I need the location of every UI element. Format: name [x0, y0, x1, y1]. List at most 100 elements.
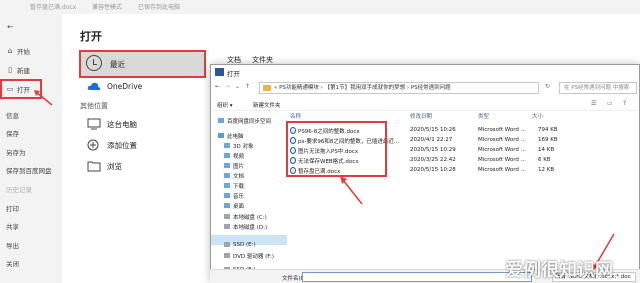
tree-item[interactable]: 视频: [224, 151, 244, 160]
section-other-locations: 其他位置: [80, 102, 108, 110]
file-type: Microsoft Word ...: [478, 147, 526, 153]
tree-item-label: 桌面: [233, 203, 245, 210]
address-path[interactable]: « PS功能精通模块 › 【第1节】我用双手成就你的梦想 › PS经常遇到问题: [259, 82, 539, 94]
filename-input[interactable]: [302, 272, 532, 282]
address-bar: ← → ⌄ ↑ « PS功能精通模块 › 【第1节】我用双手成就你的梦想 › P…: [211, 79, 639, 97]
title-doc-name: 暂存盘已满.docx: [30, 4, 77, 11]
dialog-title: 打开: [227, 70, 240, 78]
nav-home[interactable]: ⌂ 开始: [6, 46, 30, 56]
tree-item[interactable]: 本地磁盘 (C:): [224, 212, 267, 221]
file-date: 2020/5/15 10:29: [410, 147, 456, 153]
title-mode: 兼容性模式: [92, 4, 123, 11]
tree-item-label: 本地磁盘 (D:): [233, 224, 268, 231]
tree-item[interactable]: 下载: [224, 181, 244, 190]
word-app-icon: [215, 68, 224, 76]
highlight-arrow: [340, 176, 363, 205]
file-size: 14 KB: [538, 147, 555, 153]
tree-node-icon: [218, 133, 224, 138]
nav-history[interactable]: 历史记录: [6, 184, 32, 194]
nav-up-icon[interactable]: ↑: [245, 83, 250, 90]
tree-item-label: DVD 驱动器 (F:): [233, 253, 275, 260]
preview-pane-icon[interactable]: ▭: [607, 100, 613, 107]
tree-item[interactable]: DVD 驱动器 (F:): [224, 251, 274, 260]
nav-share[interactable]: 共享: [6, 221, 19, 231]
tree-item[interactable]: 文档: [224, 171, 244, 180]
title-bar: 暂存盘已满.docx 兼容性模式 已保存到此电脑: [0, 0, 640, 14]
col-size[interactable]: 大小: [532, 112, 543, 120]
nav-save[interactable]: 保存: [6, 128, 19, 138]
col-date[interactable]: 修改日期: [410, 112, 432, 120]
tree-node-icon: [224, 143, 230, 148]
tree-item[interactable]: 3D 对象: [224, 141, 253, 150]
tree-item[interactable]: 本地磁盘 (D:): [224, 222, 267, 231]
dialog-toolbar: 组织 ▾ 新建文件夹 ☰ ▭ ?: [211, 97, 639, 111]
nav-new[interactable]: ▯ 新建: [6, 65, 30, 75]
search-input[interactable]: 在 PS经常遇到问题 中搜索: [559, 82, 637, 94]
nav-save-baidu[interactable]: 保存到百度网盘: [6, 165, 52, 175]
file-date: 2020/5/15 10:26: [410, 127, 456, 133]
title-save-status: 已保存到此电脑: [138, 4, 181, 11]
file-size: 6 KB: [538, 157, 551, 163]
watermark: 爱例很知识网: [505, 260, 613, 281]
back-button[interactable]: ←: [6, 22, 14, 32]
tree-item-label: 视频: [233, 153, 245, 160]
onedrive-cloud-icon: [87, 82, 101, 90]
tree-item-label: 文档: [233, 173, 245, 180]
tree-item[interactable]: 百度网盘同步空间: [218, 116, 271, 125]
nav-save-as[interactable]: 另存为: [6, 147, 26, 157]
file-type: Microsoft Word ...: [478, 137, 526, 143]
tree-node-icon: [224, 163, 230, 168]
tree-node-icon: [224, 153, 230, 158]
tree-node-icon: [224, 253, 230, 258]
view-options-icon[interactable]: ☰: [591, 100, 596, 107]
new-folder-button[interactable]: 新建文件夹: [253, 101, 281, 109]
location-onedrive[interactable]: OneDrive: [107, 82, 142, 91]
back-arrow-icon: ←: [7, 23, 13, 31]
tree-node-icon: [224, 214, 230, 219]
tree-item[interactable]: 桌面: [224, 201, 244, 210]
file-size: 794 KB: [538, 127, 558, 133]
tree-item-label: 此电脑: [227, 133, 244, 140]
tree-node-icon: [218, 118, 224, 123]
nav-back-icon[interactable]: ←: [215, 83, 220, 90]
file-type: Microsoft Word ...: [478, 157, 526, 163]
highlight-arrow: [34, 90, 53, 106]
tree-item[interactable]: 音乐: [224, 191, 244, 200]
file-size: 169 KB: [538, 137, 558, 143]
computer-icon: [87, 118, 101, 130]
nav-forward-icon[interactable]: →: [225, 83, 230, 90]
tree-item-label: 图片: [233, 163, 245, 170]
recent-locations-icon[interactable]: ⌄: [235, 83, 240, 90]
dialog-titlebar: 打开: [211, 65, 639, 79]
add-location-icon: [87, 139, 99, 151]
file-date: 2020/3/25 22:42: [410, 157, 456, 163]
nav-print[interactable]: 打印: [6, 203, 19, 213]
tree-item-label: SSD (E:): [233, 241, 256, 248]
nav-close[interactable]: 关闭: [6, 258, 19, 268]
tree-node-icon: [224, 224, 230, 229]
tree-item-label: 音乐: [233, 193, 245, 200]
file-date: 2020/5/15 10:28: [410, 167, 456, 173]
tree-item[interactable]: SSD (E:): [224, 240, 256, 249]
browse-folder-icon: [87, 161, 101, 172]
col-name[interactable]: 名称: [290, 112, 301, 120]
location-add-place[interactable]: 添加位置: [107, 140, 137, 151]
help-icon[interactable]: ?: [623, 100, 626, 107]
refresh-icon[interactable]: ↻: [545, 83, 550, 90]
organize-button[interactable]: 组织 ▾: [217, 101, 233, 109]
tree-node-icon: [224, 183, 230, 188]
tree-item[interactable]: 此电脑: [218, 131, 244, 140]
nav-info[interactable]: 信息: [6, 110, 19, 120]
tree-node-icon: [224, 173, 230, 178]
nav-export[interactable]: 导出: [6, 240, 19, 250]
tree-item-label: 下载: [233, 183, 245, 190]
tree-item[interactable]: 图片: [224, 161, 244, 170]
tree-item-label: 3D 对象: [233, 143, 254, 150]
folder-icon: [263, 85, 271, 91]
tree-item-label: 本地磁盘 (C:): [233, 214, 267, 221]
col-type[interactable]: 类型: [478, 112, 489, 120]
clock-icon: [86, 55, 102, 71]
new-doc-icon: ▯: [8, 66, 12, 74]
location-browse[interactable]: 浏览: [107, 161, 122, 172]
location-this-pc[interactable]: 这台电脑: [107, 119, 137, 130]
